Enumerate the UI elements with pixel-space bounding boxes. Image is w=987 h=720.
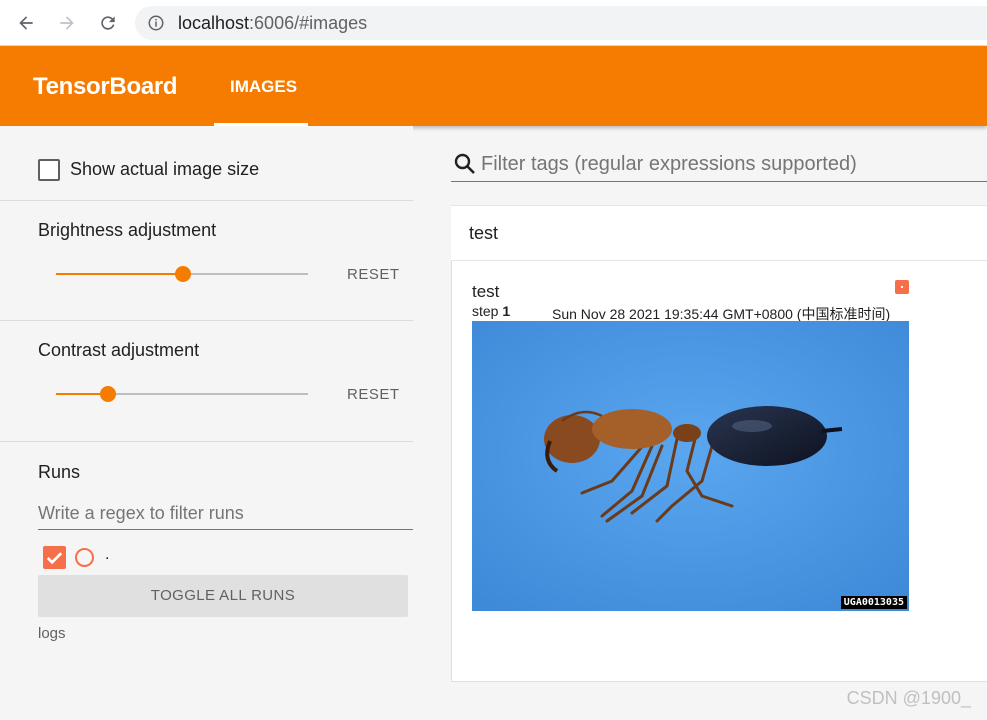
run-checkbox[interactable] <box>43 546 66 569</box>
url-path: :6006/#images <box>249 13 368 33</box>
image-step: step 1 <box>472 303 510 319</box>
reload-button[interactable] <box>96 11 120 35</box>
arrow-right-icon <box>60 16 74 30</box>
divider <box>0 441 413 442</box>
app-header: TensorBoard IMAGES <box>0 46 987 126</box>
runs-filter-input[interactable]: Write a regex to filter runs <box>38 500 413 530</box>
reload-icon <box>101 16 115 30</box>
search-icon <box>454 153 475 174</box>
app-title: TensorBoard <box>33 73 178 100</box>
run-color-indicator <box>895 280 909 294</box>
tag-filter-placeholder: Filter tags (regular expressions support… <box>481 153 857 175</box>
sample-image[interactable]: UGA0013035 <box>472 321 909 611</box>
tag-group-title: test <box>469 223 499 243</box>
tab-images-label: IMAGES <box>230 77 298 96</box>
info-icon[interactable] <box>147 14 165 32</box>
brightness-slider-fill <box>56 273 183 275</box>
toggle-all-runs-label: TOGGLE ALL RUNS <box>150 587 296 604</box>
url-host: localhost <box>178 13 250 33</box>
divider <box>0 320 413 321</box>
runs-filter-placeholder: Write a regex to filter runs <box>38 503 244 523</box>
runs-title: Runs <box>38 462 81 482</box>
image-watermark: UGA0013035 <box>840 596 907 609</box>
show-actual-size-checkbox[interactable] <box>38 159 60 181</box>
divider <box>0 200 413 201</box>
address-bar[interactable]: localhost:6006/#images <box>135 6 987 40</box>
contrast-label: Contrast adjustment <box>38 340 200 360</box>
logdir-label: logs <box>38 625 66 642</box>
brightness-label: Brightness adjustment <box>38 220 217 240</box>
run-name: . <box>105 546 110 563</box>
ant-image <box>472 321 909 611</box>
url-text[interactable]: localhost:6006/#images <box>178 13 367 34</box>
show-actual-size-label[interactable]: Show actual image size <box>70 159 259 180</box>
image-card-title: test <box>472 282 500 301</box>
sidebar: Show actual image size Brightness adjust… <box>0 126 413 720</box>
step-label: step <box>472 303 499 319</box>
brightness-reset-button[interactable]: RESET <box>347 266 400 283</box>
run-color-radio[interactable] <box>75 548 94 567</box>
contrast-reset-button[interactable]: RESET <box>347 386 400 403</box>
image-card-pane: test step 1 Sun Nov 28 2021 19:35:44 GMT… <box>451 261 987 682</box>
contrast-slider-thumb[interactable] <box>100 386 116 402</box>
tab-images[interactable]: IMAGES <box>214 46 308 126</box>
back-button[interactable] <box>14 11 38 35</box>
check-icon <box>46 552 63 565</box>
step-value: 1 <box>502 303 511 319</box>
page-watermark: CSDN @1900_ <box>846 688 971 708</box>
tag-filter-input[interactable]: Filter tags (regular expressions support… <box>451 146 987 182</box>
browser-toolbar: localhost:6006/#images <box>0 0 987 46</box>
brightness-slider-thumb[interactable] <box>175 266 191 282</box>
forward-button[interactable] <box>55 11 79 35</box>
toggle-all-runs-button[interactable]: TOGGLE ALL RUNS <box>38 575 408 617</box>
tag-group-header[interactable]: test <box>451 205 987 261</box>
arrow-left-icon <box>19 16 33 30</box>
